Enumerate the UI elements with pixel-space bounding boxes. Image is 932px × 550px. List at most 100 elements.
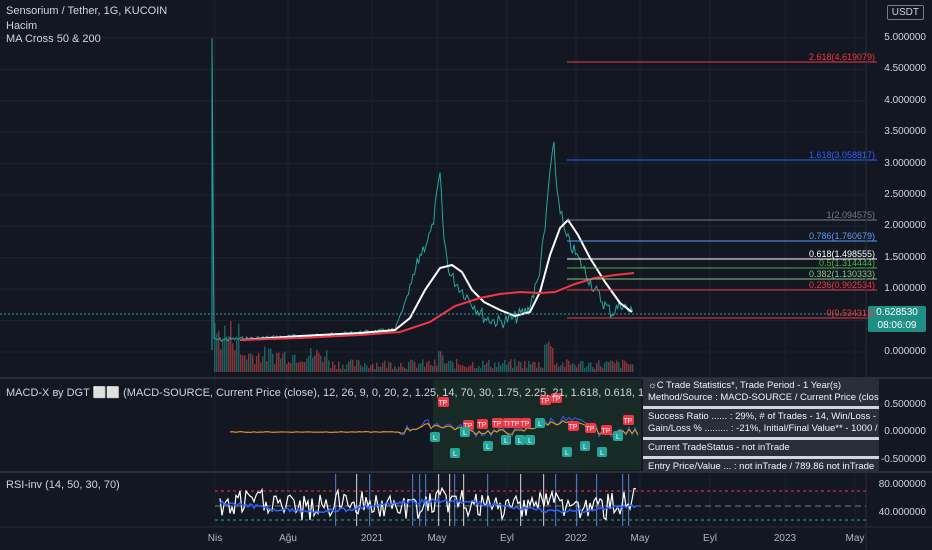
volume-bar [362,367,364,372]
volume-bar [404,368,406,372]
volume-bar [560,365,562,372]
volume-bar [366,365,368,372]
volume-bar [598,360,600,372]
buy-signal-label: L [486,444,490,451]
volume-bar [384,360,386,372]
rsi-stripe [520,474,522,526]
volume-bar [326,349,328,372]
volume-bar [470,365,472,372]
volume-bar [504,359,506,372]
time-axis-label: 2023 [773,533,797,544]
volume-bar [408,361,410,372]
volume-bar [330,367,332,372]
volume-bar [454,368,456,372]
fib-level-label: 0(0.534313) [826,308,875,318]
volume-bar [336,368,338,372]
volume-bar [488,359,490,372]
volume-bar [394,366,396,372]
price-axis-label: 5.000000 [884,32,926,43]
volume-bar [418,363,420,372]
volume-bar [624,360,626,372]
volume-bar [284,351,286,372]
volume-bar [280,358,282,372]
sell-signal-label: TP [511,421,520,428]
price-axis-label: 2.500000 [884,189,926,200]
volume-bar [344,368,346,372]
time-axis-label: Eyl [703,533,717,544]
volume-bar [392,368,394,372]
volume-bar [476,368,478,372]
volume-bar [436,365,438,372]
symbol-title[interactable]: Sensorium / Tether, 1G, KUCOIN [6,5,167,17]
volume-bar [378,366,380,372]
volume-bar [434,359,436,372]
volume-bar [292,355,294,372]
buy-signal-label: L [528,438,532,445]
volume-bar [506,365,508,372]
volume-bar [310,347,312,372]
volume-bar [548,341,550,372]
volume-bar [286,363,288,372]
volume-bar [508,361,510,372]
macd-axis-label-2: 0.000000 [884,426,926,437]
volume-bar [524,361,526,372]
volume-bar [368,368,370,372]
rsi-stripe [419,474,421,526]
volume-bar [522,368,524,372]
volume-bar [422,359,424,372]
buy-signal-label: L [538,421,542,428]
stats-gain-loss: Gain/Loss % ......... : -21%, Initial/Fi… [648,423,879,434]
volume-legend[interactable]: Hacim [6,20,37,32]
volume-bar [602,367,604,372]
volume-bar [622,359,624,372]
volume-bars [214,320,634,372]
currency-badge[interactable]: USDT [886,5,924,20]
volume-bar [514,359,516,372]
volume-bar [236,339,238,372]
volume-bar [228,336,230,372]
volume-bar [484,364,486,372]
price-axis-label: 4.000000 [884,94,926,106]
volume-bar [324,356,326,372]
volume-bar [440,351,442,372]
sell-signal-label: TP [541,398,550,405]
volume-bar [410,359,412,372]
volume-bar [294,354,296,372]
stats-divider [643,406,879,409]
volume-bar [432,365,434,372]
volume-bar [348,361,350,372]
volume-bar [568,360,570,372]
sell-signal-label: TP [602,428,611,435]
current-price-value: 0.628530 [876,307,918,318]
volume-bar [576,367,578,372]
current-price-tag: 0.628530 08:06:09 [868,306,926,332]
volume-bar [304,362,306,372]
ma-legend[interactable]: MA Cross 50 & 200 [6,33,101,45]
volume-bar [466,367,468,372]
volume-bar [386,367,388,372]
volume-bar [258,352,260,372]
volume-bar [546,343,548,372]
macd-legend[interactable]: MACD-X ву DGT ⬜⬜ (MACD-SOURCE, Current P… [6,386,687,399]
volume-bar [338,361,340,372]
volume-bar [528,360,530,372]
rsi-legend[interactable]: RSI-inv (14, 50, 30, 70) [6,479,120,491]
volume-bar [398,366,400,372]
volume-bar [274,363,276,372]
volume-bar [472,362,474,372]
volume-bar [308,355,310,372]
volume-bar [374,368,376,372]
volume-bar [302,361,304,372]
rsi-stripe [628,474,630,526]
volume-bar [242,355,244,372]
volume-bar [532,362,534,372]
volume-bar [542,367,544,372]
volume-bar [390,362,392,372]
macd-axis-label-3: -0.500000 [880,454,926,465]
volume-bar [400,362,402,372]
volume-bar [608,362,610,372]
fib-level-label: 0.5(1.314444) [818,258,875,268]
volume-bar [340,368,342,372]
volume-bar [264,346,266,372]
sell-signal-label: TP [569,424,578,431]
